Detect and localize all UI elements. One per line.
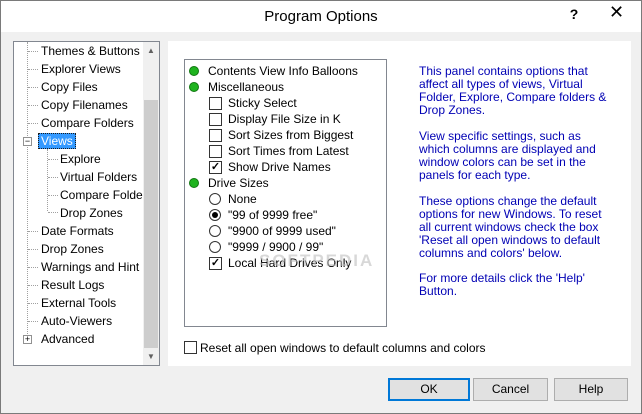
- display-size-k-checkbox[interactable]: [209, 113, 222, 126]
- tree-branch: [28, 321, 38, 322]
- reset-windows-label[interactable]: Reset all open windows to default column…: [200, 340, 486, 356]
- drive-size-free-label[interactable]: "99 of 9999 free": [228, 207, 317, 223]
- display-size-k-label[interactable]: Display File Size in K: [228, 111, 341, 127]
- info-text-2: View specific settings, such as which co…: [419, 129, 596, 182]
- drive-size-used-label[interactable]: "9900 of 9999 used": [228, 223, 336, 239]
- tree-branch: [28, 285, 38, 286]
- tree-branch: [28, 51, 38, 52]
- tree-item-result-logs[interactable]: Result Logs: [41, 276, 104, 294]
- tree-item-copy-filenames[interactable]: Copy Filenames: [41, 96, 128, 114]
- info-text-1: This panel contains options that affect …: [419, 64, 607, 117]
- tree-item-views-drop-zones[interactable]: Drop Zones: [60, 204, 123, 222]
- contents-view-info-balloons[interactable]: Contents View Info Balloons: [208, 63, 358, 79]
- tree-item-themes-buttons[interactable]: Themes & Buttons: [41, 42, 140, 60]
- window-title: Program Options: [264, 8, 378, 25]
- tree-branch: [28, 105, 38, 106]
- local-hard-drives-checkbox[interactable]: ✓: [209, 257, 222, 270]
- tree-item-compare-folders[interactable]: Compare Folders: [41, 114, 134, 132]
- tree-item-warnings-and-hints[interactable]: Warnings and Hint: [41, 258, 139, 276]
- close-icon[interactable]: ✕: [593, 1, 640, 23]
- options-tree[interactable]: Themes & Buttons Explorer Views Copy Fil…: [13, 41, 160, 366]
- tree-branch: [48, 159, 58, 160]
- drive-size-none-radio[interactable]: [209, 193, 221, 205]
- tree-branch: [28, 87, 38, 88]
- tree-branch: [28, 303, 38, 304]
- cancel-button[interactable]: Cancel: [473, 378, 548, 401]
- tree-item-copy-files[interactable]: Copy Files: [41, 78, 98, 96]
- tree-scrollbar[interactable]: ▲ ▼: [143, 42, 159, 365]
- tree-item-auto-viewers[interactable]: Auto-Viewers: [41, 312, 112, 330]
- show-drive-names-label[interactable]: Show Drive Names: [228, 159, 331, 175]
- scroll-up-icon[interactable]: ▲: [143, 42, 159, 59]
- tree-branch: [28, 267, 38, 268]
- sort-times-label[interactable]: Sort Times from Latest: [228, 143, 349, 159]
- tree-branch: [48, 177, 58, 178]
- ok-button[interactable]: OK: [388, 378, 470, 401]
- reset-windows-checkbox[interactable]: [184, 341, 197, 354]
- tree-item-external-tools[interactable]: External Tools: [41, 294, 116, 312]
- drive-size-used-radio[interactable]: [209, 225, 221, 237]
- watermark: SOFTPEDIA: [259, 251, 375, 270]
- sticky-select-checkbox[interactable]: [209, 97, 222, 110]
- tree-item-advanced[interactable]: Advanced: [41, 330, 94, 348]
- tree-branch: [28, 69, 38, 70]
- tree-item-explorer-views[interactable]: Explorer Views: [41, 60, 121, 78]
- sort-sizes-checkbox[interactable]: [209, 129, 222, 142]
- tree-item-drop-zones[interactable]: Drop Zones: [41, 240, 104, 258]
- tree-branch: [28, 249, 38, 250]
- drive-size-none-label[interactable]: None: [228, 191, 257, 207]
- info-text-3: These options change the default options…: [419, 194, 602, 260]
- sort-sizes-label[interactable]: Sort Sizes from Biggest: [228, 127, 353, 143]
- show-drive-names-checkbox[interactable]: ✓: [209, 161, 222, 174]
- drive-sizes-heading[interactable]: Drive Sizes: [208, 175, 269, 191]
- tree-branch: [28, 231, 38, 232]
- help-icon[interactable]: ?: [560, 3, 588, 25]
- green-bullet-icon: [189, 178, 199, 188]
- drive-size-slash-radio[interactable]: [209, 241, 221, 253]
- green-bullet-icon: [189, 66, 199, 76]
- tree-branch: [48, 195, 58, 196]
- tree-item-explore[interactable]: Explore: [60, 150, 101, 168]
- help-button[interactable]: Help: [554, 378, 628, 401]
- tree-item-date-formats[interactable]: Date Formats: [41, 222, 114, 240]
- program-options-window: Program Options ? ✕ Themes & Buttons Exp…: [0, 0, 642, 414]
- scroll-thumb[interactable]: [144, 100, 158, 348]
- miscellaneous-heading[interactable]: Miscellaneous: [208, 79, 284, 95]
- tree-item-virtual-folders[interactable]: Virtual Folders: [60, 168, 137, 186]
- tree-item-views[interactable]: Views: [38, 132, 76, 150]
- tree-item-compare-folde[interactable]: Compare Folde: [60, 186, 143, 204]
- drive-size-free-radio[interactable]: [209, 209, 221, 221]
- sticky-select-label[interactable]: Sticky Select: [228, 95, 297, 111]
- tree-branch: [28, 123, 38, 124]
- info-text-4: For more details click the 'Help' Button…: [419, 271, 585, 298]
- expand-icon[interactable]: +: [23, 335, 32, 344]
- title-bar[interactable]: Program Options ? ✕: [1, 1, 641, 32]
- collapse-icon[interactable]: −: [23, 137, 32, 146]
- green-bullet-icon: [189, 82, 199, 92]
- tree-branch: [48, 212, 58, 213]
- sort-times-checkbox[interactable]: [209, 145, 222, 158]
- tree-item-views-label: Views: [38, 133, 76, 149]
- scroll-down-icon[interactable]: ▼: [143, 348, 159, 365]
